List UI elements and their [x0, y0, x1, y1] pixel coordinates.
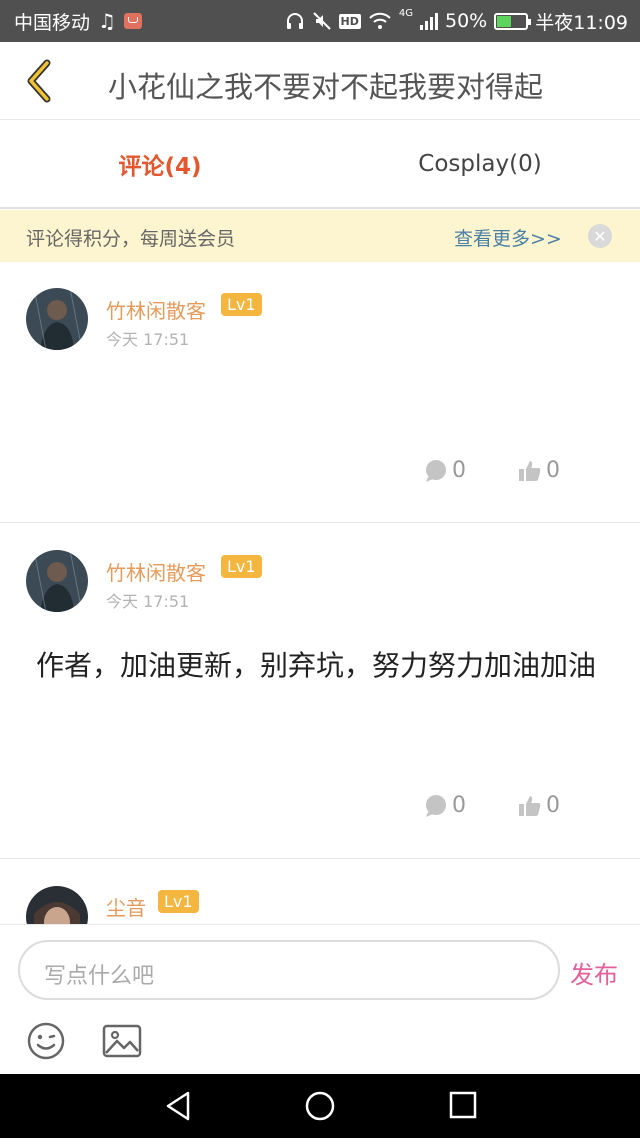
- battery-percent: 50%: [445, 10, 488, 32]
- username[interactable]: 竹林闲散客: [106, 295, 206, 324]
- mail-icon: [123, 13, 142, 29]
- username[interactable]: 竹林闲散客: [106, 557, 206, 586]
- signal-icon: [420, 12, 438, 30]
- nav-recents-button[interactable]: [448, 1090, 478, 1124]
- comment-composer: 写点什么吧 发布: [0, 924, 640, 1074]
- reply-count: 0: [452, 458, 466, 483]
- status-bar: 中国移动 ♫ HD 4G 50% 半夜11:09: [0, 0, 640, 42]
- avatar[interactable]: [26, 886, 88, 924]
- avatar[interactable]: [26, 550, 88, 612]
- close-icon[interactable]: ✕: [588, 224, 612, 248]
- reply-button[interactable]: 0: [424, 458, 466, 483]
- reply-button[interactable]: 0: [424, 793, 466, 818]
- comment-item: 竹林闲散客 Lv1 今天 17:51 作者，加油更新，别弃坑，努力努力加油加油 …: [0, 524, 640, 859]
- level-badge: Lv1: [221, 293, 262, 316]
- comment-time: 今天 17:51: [106, 330, 190, 349]
- clock: 半夜11:09: [535, 11, 628, 34]
- image-button[interactable]: [102, 1021, 142, 1065]
- reply-count: 0: [452, 793, 466, 818]
- comment-input-placeholder: 写点什么吧: [44, 964, 155, 989]
- like-count: 0: [546, 458, 560, 483]
- circle-home-icon: [305, 1091, 335, 1121]
- comment-time: 今天 17:51: [106, 592, 190, 611]
- comment-bubble-icon: [426, 459, 446, 482]
- comment-list[interactable]: 竹林闲散客 Lv1 今天 17:51 0 0 竹林闲散客 Lv1 今天 17:5…: [0, 262, 640, 924]
- level-badge: Lv1: [158, 890, 199, 913]
- system-nav-bar: [0, 1074, 640, 1138]
- page-title: 小花仙之我不要对不起我要对得起: [108, 70, 544, 104]
- thumbs-up-icon: [519, 460, 541, 481]
- nav-back-button[interactable]: [164, 1090, 192, 1126]
- tab-comments[interactable]: 评论(4): [0, 121, 320, 207]
- battery-icon: [494, 12, 532, 30]
- like-button[interactable]: 0: [518, 793, 560, 818]
- app-header: 小花仙之我不要对不起我要对得起: [0, 42, 640, 120]
- emoji-button[interactable]: [26, 1021, 66, 1065]
- network-type: 4G: [398, 8, 413, 19]
- comment-item: 竹林闲散客 Lv1 今天 17:51 0 0: [0, 262, 640, 523]
- carrier-label: 中国移动: [14, 11, 91, 34]
- like-button[interactable]: 0: [518, 458, 560, 483]
- like-count: 0: [546, 793, 560, 818]
- comment-text: 作者，加油更新，别弃坑，努力努力加油加油: [36, 649, 597, 682]
- wifi-icon: [369, 12, 391, 29]
- music-note-icon: ♫: [98, 9, 116, 33]
- thumbs-up-icon: [519, 795, 541, 816]
- square-recents-icon: [449, 1091, 477, 1119]
- comment-bubble-icon: [426, 794, 446, 817]
- image-icon: [102, 1024, 142, 1058]
- chevron-left-icon: [27, 59, 51, 103]
- notice-text: 评论得积分，每周送会员: [26, 228, 236, 250]
- smiley-icon: [27, 1022, 65, 1060]
- tab-cosplay[interactable]: Cosplay(0): [320, 121, 640, 207]
- tab-bar: 评论(4) Cosplay(0): [0, 121, 640, 209]
- publish-button[interactable]: 发布: [570, 955, 618, 990]
- see-more-link[interactable]: 查看更多>>: [454, 224, 562, 251]
- comment-input[interactable]: 写点什么吧: [18, 940, 560, 1000]
- username[interactable]: 尘音: [106, 892, 146, 921]
- avatar[interactable]: [26, 288, 88, 350]
- triangle-back-icon: [166, 1091, 190, 1121]
- notice-banner: 评论得积分，每周送会员 查看更多>> ✕: [0, 210, 640, 262]
- hd-icon: HD: [338, 13, 361, 29]
- comment-item: 尘音 Lv1: [0, 860, 640, 924]
- nav-home-button[interactable]: [304, 1090, 336, 1126]
- back-button[interactable]: [14, 56, 64, 106]
- mute-icon: [312, 12, 331, 30]
- headphones-icon: [286, 13, 303, 29]
- level-badge: Lv1: [221, 555, 262, 578]
